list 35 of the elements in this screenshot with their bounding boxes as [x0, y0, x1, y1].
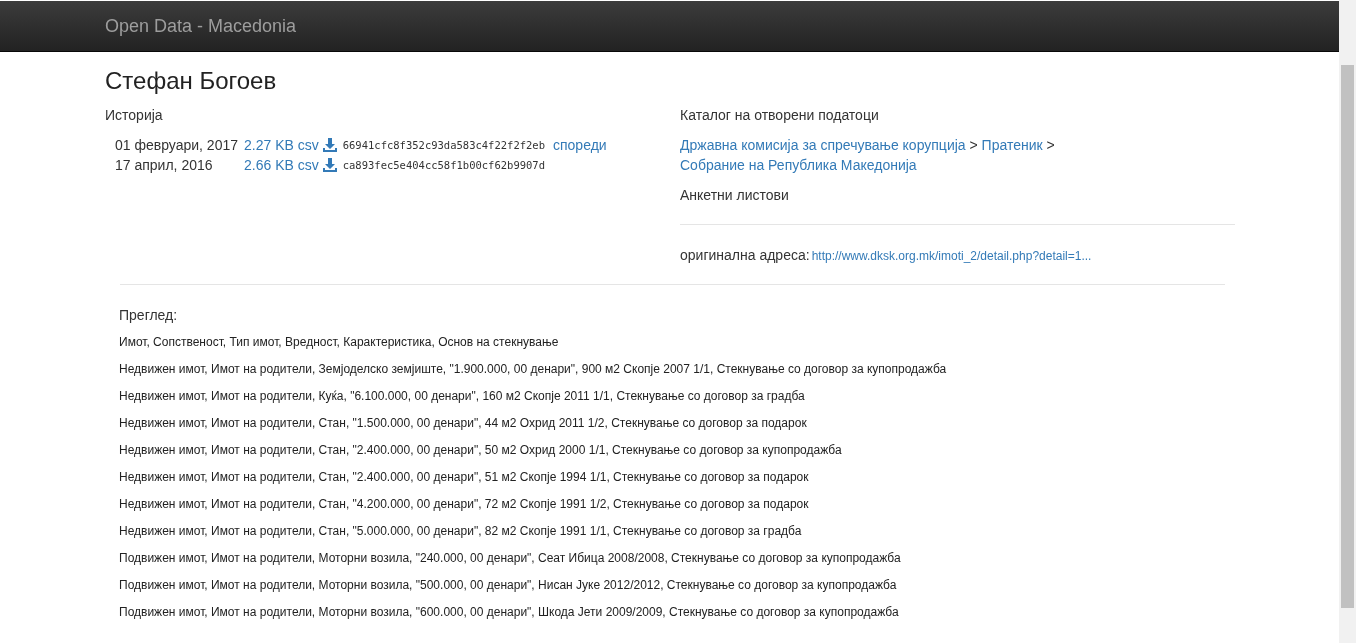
preview-line: Недвижен имот, Имот на родители, Стан, "2.400.000, 00 денари", 50 м2 Охрид 2000 1/1, Стекнување со договор за купопродажба	[119, 442, 843, 459]
download-link[interactable]: 2.66 KB csv	[244, 155, 319, 175]
brand-link[interactable]: Open Data - Macedonia	[105, 15, 297, 37]
preview-line: Имот, Сопственост, Тип имот, Вредност, Карактеристика, Основ на стекнување	[119, 334, 560, 351]
breadcrumb-link[interactable]: Државна комисија за спречување корупција	[680, 137, 966, 153]
scrollbar[interactable]	[1339, 0, 1356, 643]
history-date: 01 февруари, 2017	[114, 136, 239, 155]
file-hash: ca893fec5e404cc58f1b00cf62b9907d	[341, 158, 546, 173]
category-label: Анкетни листови	[680, 186, 790, 205]
breadcrumb-link[interactable]: Пратеник	[981, 137, 1043, 153]
page-title: Стефан Богоев	[105, 67, 278, 95]
source-label: оригинална адреса:	[680, 247, 810, 263]
download-link[interactable]: 2.27 KB csv	[244, 135, 319, 155]
breadcrumb-separator: >	[969, 137, 978, 153]
preview-line: Недвижен имот, Имот на родители, Стан, "5.000.000, 00 денари", 82 м2 Скопје 1991 1/1, Стекнување со договор за градба	[119, 523, 803, 540]
preview-line: Недвижен имот, Имот на родители, Стан, "2.400.000, 00 денари", 51 м2 Скопје 1994 1/1, Стекнување со договор за подарок	[119, 469, 810, 486]
preview-line: Подвижен имот, Имот на родители, Моторни возила, "500.000, 00 денари", Нисан Јуке 2012/2012, Стекнување со договор за купопродажба	[119, 577, 898, 594]
source-url-link[interactable]: http://www.dksk.org.mk/imoti_2/detail.php?detail=1...	[811, 249, 1092, 263]
breadcrumb-separator: >	[1046, 137, 1055, 153]
scrollbar-thumb[interactable]	[1341, 65, 1354, 608]
catalog-heading: Каталог на отворени податоци	[680, 106, 880, 125]
preview-line: Недвижен имот, Имот на родители, Куќа, "6.100.000, 00 денари", 160 м2 Скопје 2011 1/1, Стекнување со договор за градба	[119, 388, 806, 405]
file-hash: 66941cfc8f352c93da583c4f22f2f2eb	[341, 138, 546, 153]
download-icon[interactable]	[322, 138, 337, 152]
preview-line: Подвижен имот, Имот на родители, Моторни возила, "240.000, 00 денари", Сеат Ибица 2008/2008, Стекнување со договор за купопродажба	[119, 550, 902, 567]
preview-line: Недвижен имот, Имот на родители, Стан, "1.500.000, 00 денари", 44 м2 Охрид 2011 1/2, Стекнување со договор за подарок	[119, 415, 808, 432]
preview-line: Недвижен имот, Имот на родители, Стан, "4.200.000, 00 денари", 72 м2 Скопје 1991 1/2, Стекнување со договор за подарок	[119, 496, 810, 513]
preview-line: Недвижен имот, Имот на родители, Земјоделско земјиште, "1.900.000, 00 денари", 900 м2 Скопје 2007 1/1, Стекнување со договор за купопродажба	[119, 361, 948, 378]
preview-heading: Преглед:	[119, 306, 179, 325]
breadcrumb-link[interactable]: Собрание на Република Македонија	[680, 157, 917, 173]
history-date: 17 април, 2016	[114, 156, 214, 175]
preview-line: Подвижен имот, Имот на родители, Моторни возила, "600.000, 00 денари", Шкода Јети 2009/2009, Стекнување со договор за купопродажба	[119, 604, 900, 621]
download-icon[interactable]	[322, 158, 337, 172]
history-heading: Историја	[105, 106, 164, 125]
compare-link[interactable]: спореди	[553, 137, 607, 153]
